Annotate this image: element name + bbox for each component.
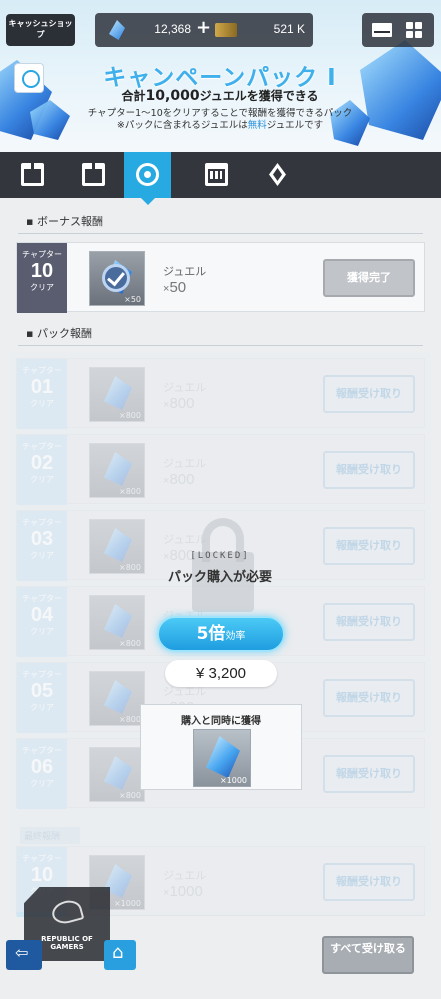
checkmark-icon: [102, 264, 130, 292]
ticket-amount: 521 K: [273, 22, 305, 36]
bonus-reward-row: チャプター 10 クリア ×50 ジュエル ×50 獲得完了: [16, 242, 425, 313]
currency-panel: 12,368 + 521 K: [95, 13, 313, 47]
tab-timed-gift[interactable]: [9, 152, 56, 198]
menu-grid-icon[interactable]: [406, 22, 422, 38]
home-button[interactable]: [104, 940, 136, 970]
subtitle-prefix: 合計: [121, 89, 146, 103]
top-bar: キャッシュショップ 12,368 + 521 K: [0, 8, 441, 48]
ticket-icon: [215, 23, 237, 37]
divider: [18, 233, 423, 234]
tab-diamond[interactable]: [254, 152, 301, 198]
bonus-section-label: ▪ ボーナス報酬: [26, 215, 103, 228]
locked-message: パック購入が必要: [167, 570, 272, 585]
locked-tag: [LOCKED]: [190, 551, 250, 561]
desc-line1: チャプター1～10をクリアすることで報酬を獲得できるパック: [87, 108, 353, 119]
campaign-subtitle: 合計10,000ジュエルを獲得できる: [70, 87, 370, 104]
support-icon[interactable]: [14, 63, 44, 93]
top-icons: [362, 13, 434, 47]
jewel-item-thumb: ×1000: [193, 729, 251, 787]
instant-reward-panel: 購入と同時に獲得 ×1000: [140, 704, 302, 790]
item-name: ジュエル: [163, 265, 207, 278]
gift-icon: [82, 163, 105, 186]
jewel-item-thumb: ×50: [89, 251, 145, 306]
desc-line2: ※パックに含まれるジュエルは無料ジュエルです: [116, 120, 324, 131]
add-jewel-button[interactable]: +: [196, 17, 211, 38]
item-quantity: ×50: [163, 279, 187, 296]
back-button[interactable]: [6, 940, 42, 970]
tab-calendar[interactable]: [193, 152, 240, 198]
instant-reward-label: 購入と同時に獲得: [181, 716, 261, 727]
jewel-icon: [109, 20, 125, 40]
jewel-amount: 12,368: [154, 22, 191, 36]
divider: [18, 345, 423, 346]
campaign-description: チャプター1～10をクリアすることで報酬を獲得できるパック ※パックに含まれるジ…: [60, 108, 380, 132]
category-tabs: [0, 152, 441, 205]
efficiency-badge: 5倍効率: [157, 616, 285, 652]
purchase-price-button[interactable]: ¥ 3,200: [165, 660, 277, 687]
rog-eye-icon: [49, 897, 85, 927]
target-icon: [136, 163, 159, 186]
claim-all-button[interactable]: すべて受け取る: [322, 936, 414, 974]
chapter-badge: チャプター 10 クリア: [17, 243, 67, 313]
mail-icon[interactable]: [372, 23, 392, 37]
calendar-icon: [205, 163, 228, 186]
diamond-icon: [269, 163, 286, 186]
subtitle-suffix: ジュエルを獲得できる: [199, 89, 319, 103]
tab-gift[interactable]: [70, 152, 117, 198]
pack-section-label: ▪ パック報酬: [26, 327, 92, 340]
tab-campaign[interactable]: [124, 152, 171, 205]
claimed-button[interactable]: 獲得完了: [323, 259, 415, 297]
cash-shop-button[interactable]: キャッシュショップ: [6, 14, 75, 46]
gift-time-icon: [21, 163, 44, 186]
jewel-icon: [206, 736, 240, 778]
subtitle-amount: 10,000: [145, 88, 200, 104]
